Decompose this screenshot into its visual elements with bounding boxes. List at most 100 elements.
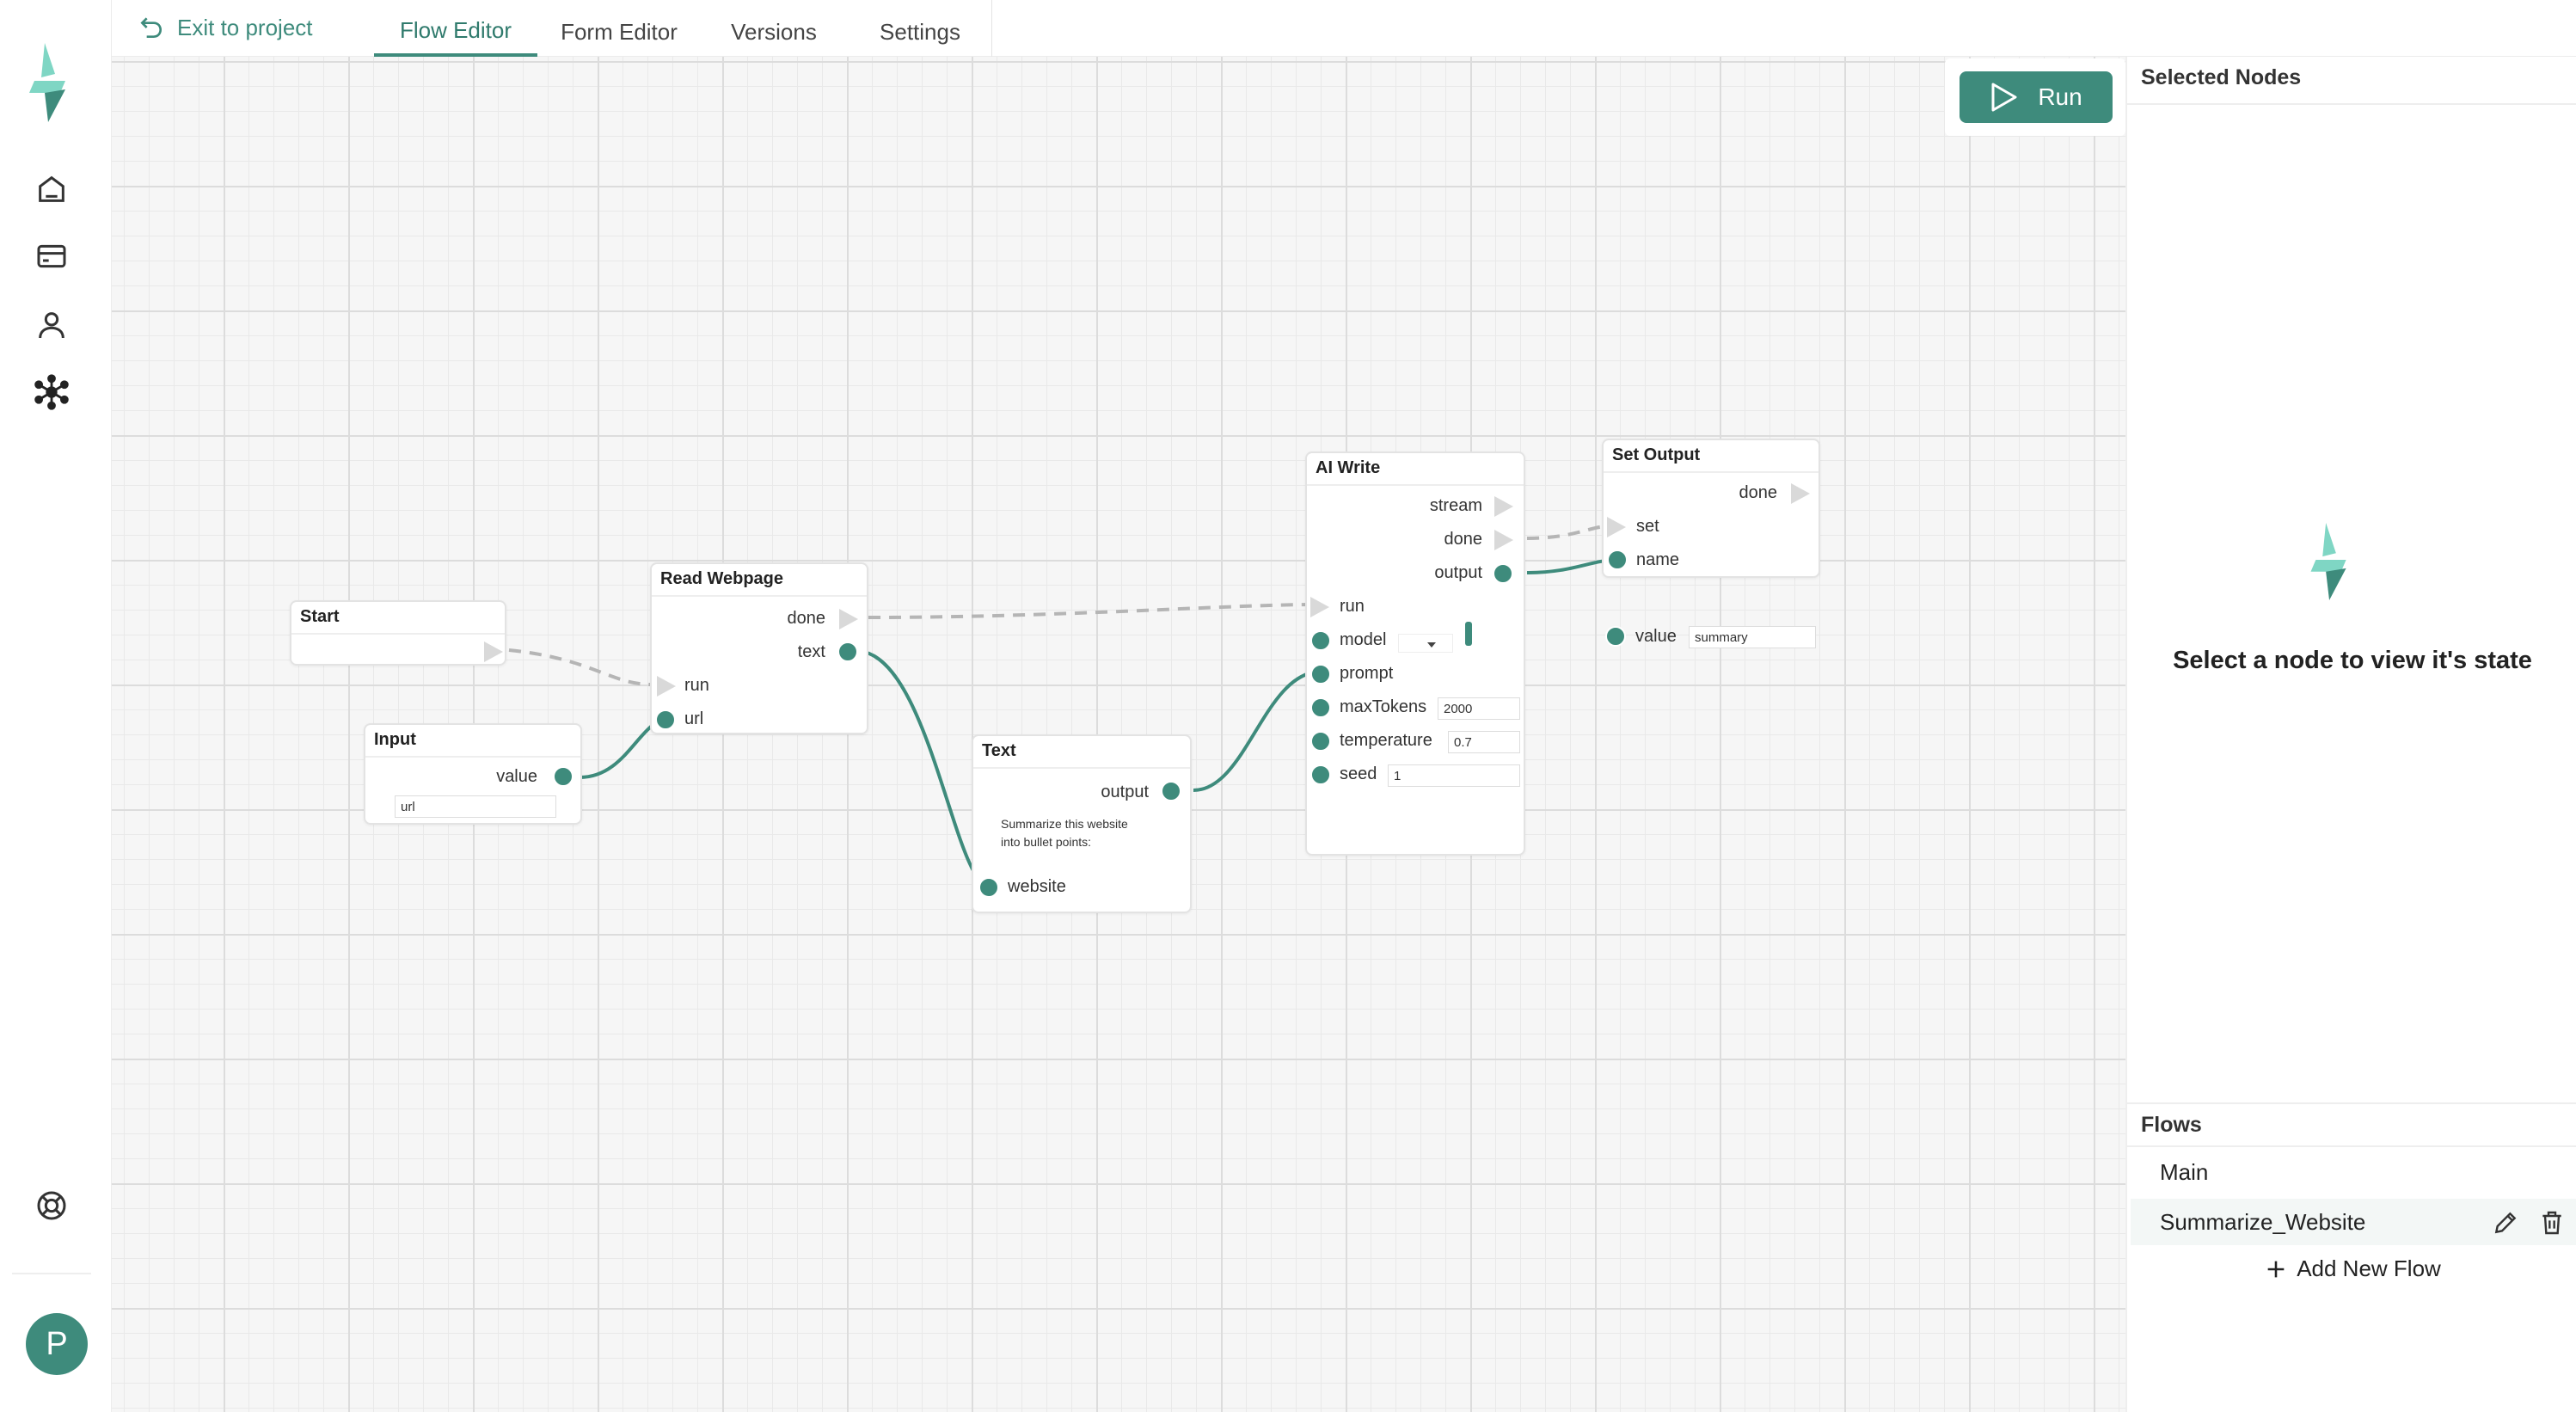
data-wire-text-ai (1193, 670, 1322, 792)
exec-in-port-set[interactable] (1607, 517, 1626, 537)
exec-out-port[interactable] (484, 642, 503, 662)
port-label-done: done (1739, 483, 1778, 502)
help-icon[interactable] (33, 1187, 71, 1225)
model-select[interactable] (1398, 634, 1453, 653)
tab-settings[interactable]: Settings (847, 0, 993, 57)
tab-versions[interactable]: Versions (701, 0, 847, 57)
node-title: Start (300, 607, 340, 626)
exec-out-port-done[interactable] (1791, 483, 1810, 504)
sidebar-divider (12, 1273, 91, 1274)
exec-wire-ai-setoutput (1526, 525, 1609, 540)
port-label-value: value (1635, 627, 1677, 646)
port-label-output: output (1101, 783, 1149, 801)
port-label-done: done (787, 609, 826, 628)
trash-icon[interactable] (2538, 1209, 2566, 1237)
node-ai-write[interactable]: AI Write stream done output run model pr… (1305, 451, 1525, 856)
node-divider (365, 756, 580, 758)
port-label-stream: stream (1429, 496, 1482, 515)
panel-divider (2127, 1145, 2576, 1147)
node-title: Input (374, 730, 416, 749)
play-icon (1991, 83, 2017, 112)
port-label-name: name (1636, 550, 1680, 569)
node-set-output[interactable]: Set Output done set name (1602, 439, 1820, 578)
chevron-down-icon (1427, 642, 1436, 648)
exec-wire-read-ai (868, 603, 1316, 619)
port-label-seed: seed (1340, 764, 1377, 783)
tab-label: Flow Editor (399, 16, 512, 43)
data-in-port-url[interactable] (655, 709, 676, 730)
maxtokens-input[interactable]: 2000 (1438, 697, 1520, 720)
home-icon[interactable] (33, 170, 71, 208)
flow-canvas[interactable]: Start Input value url Read Webpage done … (112, 57, 2125, 1412)
port-label-model: model (1340, 630, 1387, 649)
top-bar: Exit to project Flow Editor Form Editor … (112, 0, 2576, 57)
empty-state-message: Select a node to view it's state (2173, 647, 2532, 674)
port-label-website: website (1008, 877, 1066, 896)
exit-label: Exit to project (177, 14, 313, 40)
text-content[interactable]: Summarize this website into bullet point… (1001, 815, 1138, 858)
data-in-port-seed[interactable] (1310, 764, 1331, 785)
avatar[interactable]: P (26, 1313, 88, 1375)
flow-label: Summarize_Website (2160, 1208, 2366, 1235)
data-in-port-prompt[interactable] (1310, 664, 1331, 685)
exec-out-port-stream[interactable] (1494, 496, 1513, 517)
model-indicator (1465, 622, 1472, 646)
value-input[interactable]: summary (1689, 626, 1816, 648)
value-input[interactable]: url (395, 795, 556, 818)
data-out-port-value[interactable] (553, 766, 573, 787)
tabs-divider (991, 0, 992, 57)
data-out-port-text[interactable] (837, 642, 858, 662)
exec-in-port-run[interactable] (657, 676, 676, 697)
data-in-port-website[interactable] (978, 877, 999, 898)
port-label-value: value (496, 767, 537, 786)
data-out-port-output[interactable] (1161, 781, 1181, 801)
avatar-initial: P (46, 1325, 68, 1362)
data-in-port-value[interactable] (1605, 626, 1626, 647)
app-logo-placeholder (2310, 523, 2346, 600)
exit-to-project-button[interactable]: Exit to project (138, 10, 313, 45)
port-label-url: url (684, 709, 704, 728)
node-input[interactable]: Input value url (364, 723, 582, 825)
exec-out-port-done[interactable] (839, 609, 858, 629)
add-new-flow-button[interactable]: Add New Flow (2127, 1255, 2576, 1282)
port-label-text: text (797, 642, 825, 661)
port-label-done: done (1444, 530, 1483, 549)
node-start[interactable]: Start (290, 600, 506, 666)
flows-title: Flows (2141, 1113, 2202, 1137)
node-title: AI Write (1316, 458, 1381, 477)
add-flow-label: Add New Flow (2297, 1255, 2441, 1281)
card-icon[interactable] (33, 237, 71, 275)
data-wire-read-text (856, 649, 990, 887)
tab-form-editor[interactable]: Form Editor (537, 0, 701, 57)
seed-input[interactable]: 1 (1388, 764, 1520, 787)
run-button[interactable]: Run (1960, 71, 2113, 123)
port-label-output: output (1434, 563, 1482, 582)
data-in-port-model[interactable] (1310, 630, 1331, 651)
node-divider (652, 595, 867, 597)
network-icon[interactable] (33, 373, 71, 411)
node-text[interactable]: Text output Summarize this website into … (972, 734, 1192, 913)
node-title: Set Output (1612, 445, 1701, 464)
node-divider (1604, 471, 1819, 473)
node-read-webpage[interactable]: Read Webpage done text run url (650, 562, 868, 734)
node-title: Text (982, 741, 1016, 760)
user-icon[interactable] (33, 306, 71, 344)
exec-in-port-run[interactable] (1310, 597, 1329, 617)
data-in-port-maxtokens[interactable] (1310, 697, 1331, 718)
data-in-port-temperature[interactable] (1310, 731, 1331, 752)
flow-item-summarize-website[interactable]: Summarize_Website (2131, 1199, 2576, 1245)
flow-item-main[interactable]: Main (2131, 1149, 2576, 1195)
data-in-port-name[interactable] (1607, 549, 1628, 570)
pencil-icon[interactable] (2492, 1209, 2519, 1237)
port-label-set: set (1636, 517, 1659, 536)
panel-divider (2127, 1102, 2576, 1104)
app-logo[interactable] (26, 43, 74, 122)
temperature-input[interactable]: 0.7 (1448, 731, 1520, 753)
node-divider (973, 767, 1190, 769)
data-out-port-output[interactable] (1493, 563, 1513, 584)
port-label-run: run (684, 676, 709, 695)
tab-label: Versions (731, 18, 817, 45)
tab-label: Settings (880, 18, 960, 45)
tab-flow-editor[interactable]: Flow Editor (374, 0, 537, 57)
exec-out-port-done[interactable] (1494, 530, 1513, 550)
